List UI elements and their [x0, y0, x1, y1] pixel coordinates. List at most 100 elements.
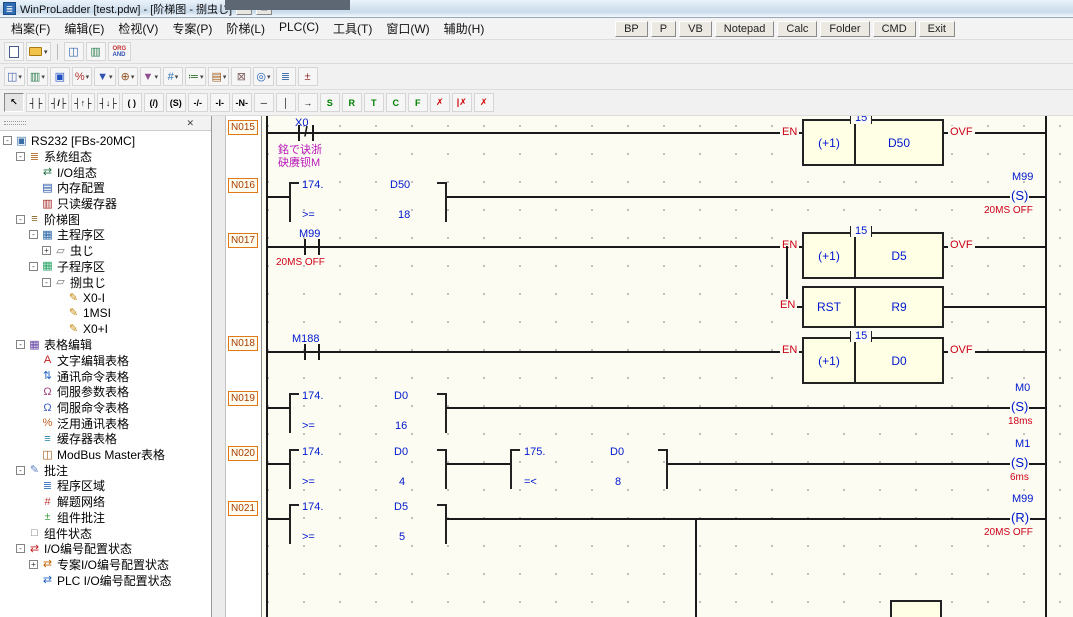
table-view-button[interactable]: ◫ — [64, 42, 84, 61]
toolbar-button[interactable]: ◫ ▾ — [4, 67, 25, 86]
panel-splitter[interactable] — [212, 116, 226, 617]
ladder-element-button[interactable]: F — [408, 93, 428, 112]
n016-coil[interactable]: (S) — [1010, 188, 1029, 203]
ladder-element-button[interactable]: T — [364, 93, 384, 112]
menu-item[interactable]: 辅助(H) — [437, 18, 492, 39]
quick-launch-button[interactable]: VB — [679, 21, 712, 37]
tree-toggle[interactable]: + — [42, 246, 51, 255]
n020-coil[interactable]: (S) — [1010, 455, 1029, 470]
toolbar-button[interactable]: ◎ ▾ — [253, 67, 273, 86]
tree-toggle[interactable]: - — [3, 136, 12, 145]
toolbar-button[interactable]: ⊠ — [231, 67, 251, 86]
toolbar-button[interactable]: ▣ — [50, 67, 70, 86]
n019-coil[interactable]: (S) — [1010, 399, 1029, 414]
n017-function-block-1[interactable]: 15 (+1) D5 — [802, 232, 944, 279]
ladder-element-button[interactable]: ✗ — [430, 93, 450, 112]
tree-item[interactable]: + ▱ 虫じ — [0, 243, 211, 259]
ladder-element-button[interactable]: (S) — [166, 93, 186, 112]
menu-item[interactable]: 阶梯(L) — [219, 18, 272, 39]
tree-item[interactable]: ✎ 1MSI — [0, 306, 211, 322]
n020-compare1-bracket-right[interactable] — [437, 449, 447, 489]
ladder-element-button[interactable]: ┤├ — [26, 93, 46, 112]
menu-item[interactable]: PLC(C) — [272, 18, 326, 39]
n019-compare-bracket-right[interactable] — [437, 393, 447, 433]
toolbar-button[interactable]: ± — [298, 67, 318, 86]
new-file-button[interactable] — [4, 42, 24, 61]
toolbar-button[interactable]: % ▾ — [72, 67, 92, 86]
tree-toggle[interactable]: - — [29, 262, 38, 271]
toolbar-button[interactable]: ⊕ ▾ — [118, 67, 138, 86]
ladder-element-button[interactable]: C — [386, 93, 406, 112]
tree-item[interactable]: Ω 伺服命令表格 — [0, 400, 211, 416]
menu-item[interactable]: 窗口(W) — [379, 18, 436, 39]
tree-item[interactable]: % 泛用通讯表格 — [0, 415, 211, 431]
tree-toggle[interactable]: - — [16, 152, 25, 161]
tree-item[interactable]: - ▦ 主程序区 — [0, 227, 211, 243]
tree-toggle[interactable]: - — [42, 278, 51, 287]
toolbar-button[interactable]: ▼ ▾ — [140, 67, 161, 86]
quick-launch-button[interactable]: P — [651, 21, 676, 37]
tree-item[interactable]: ✎ X0+I — [0, 321, 211, 337]
n020-compare1-bracket-left[interactable] — [289, 449, 299, 489]
tree-item[interactable]: - ≡ 阶梯图 — [0, 211, 211, 227]
tree-item[interactable]: - ▦ 子程序区 — [0, 259, 211, 275]
ladder-element-button[interactable]: ─ — [254, 93, 274, 112]
network-label[interactable]: N021 — [228, 501, 258, 516]
tree-item[interactable]: A 文字编辑表格 — [0, 353, 211, 369]
tree-toggle[interactable]: - — [16, 340, 25, 349]
tree-item[interactable]: □ 组件状态 — [0, 525, 211, 541]
n016-compare-bracket-right[interactable] — [437, 182, 447, 222]
toolbar-button[interactable]: ▼ ▾ — [94, 67, 115, 86]
tree-toggle[interactable]: - — [16, 466, 25, 475]
menu-item[interactable]: 专案(P) — [165, 18, 219, 39]
ladder-element-button[interactable]: -N- — [232, 93, 252, 112]
n021-coil[interactable]: (R) — [1010, 510, 1030, 525]
ladder-element-button[interactable]: |✗ — [452, 93, 472, 112]
quick-launch-button[interactable]: Exit — [919, 21, 955, 37]
tree-item[interactable]: - ▱ 捌虫じ — [0, 274, 211, 290]
tree-toggle[interactable]: + — [29, 560, 38, 569]
toolbar-button[interactable]: ▥ ▾ — [27, 67, 48, 86]
n020-compare2-bracket-right[interactable] — [658, 449, 668, 489]
ladder-element-button[interactable]: ↖ — [4, 93, 24, 112]
tree-item[interactable]: + ⇄ 专案I/O编号配置状态 — [0, 557, 211, 573]
menu-item[interactable]: 编辑(E) — [57, 18, 111, 39]
tree-close-button[interactable]: ✕ — [183, 117, 197, 129]
instruction-view-button[interactable]: ORG AND — [108, 42, 132, 61]
tree-item[interactable]: - ▦ 表格编辑 — [0, 337, 211, 353]
network-label[interactable]: N018 — [228, 336, 258, 351]
ladder-element-button[interactable]: ┤↑├ — [71, 93, 94, 112]
network-label[interactable]: N015 — [228, 120, 258, 135]
network-label[interactable]: N020 — [228, 446, 258, 461]
ladder-element-button[interactable]: R — [342, 93, 362, 112]
n015-contact-bar[interactable] — [312, 125, 314, 141]
quick-launch-button[interactable]: Folder — [820, 21, 869, 37]
ladder-element-button[interactable]: → — [298, 93, 318, 112]
n017-contact-bar[interactable] — [318, 239, 320, 255]
ladder-element-button[interactable]: -I- — [210, 93, 230, 112]
n021-compare-bracket-left[interactable] — [289, 504, 299, 544]
ladder-canvas[interactable]: / X0 銘で诀浙 砄赓钡M EN 15 (+1) D50 OVF 174. D… — [262, 116, 1073, 617]
ladder-element-button[interactable]: ┤↓├ — [97, 93, 120, 112]
tree-item[interactable]: # 解题网络 — [0, 494, 211, 510]
tree-item[interactable]: - ✎ 批注 — [0, 462, 211, 478]
ladder-element-button[interactable]: S — [320, 93, 340, 112]
menu-item[interactable]: 档案(F) — [4, 18, 57, 39]
n018-function-block[interactable]: 15 (+1) D0 — [802, 337, 944, 384]
ladder-element-button[interactable]: ┤/├ — [48, 93, 69, 112]
n021-compare-bracket-right[interactable] — [437, 504, 447, 544]
network-label[interactable]: N016 — [228, 178, 258, 193]
n019-compare-bracket-left[interactable] — [289, 393, 299, 433]
panel-grip[interactable] — [4, 121, 26, 125]
open-file-button[interactable]: ▾ — [26, 42, 51, 61]
tree-item[interactable]: ⇄ I/O组态 — [0, 164, 211, 180]
n020-compare2-bracket-left[interactable] — [510, 449, 520, 489]
tree-item[interactable]: ⇄ PLC I/O编号配置状态 — [0, 572, 211, 588]
n017-contact-bar[interactable] — [304, 239, 306, 255]
quick-launch-button[interactable]: BP — [615, 21, 648, 37]
menu-item[interactable]: 工具(T) — [326, 18, 379, 39]
network-label[interactable]: N017 — [228, 233, 258, 248]
tree-item[interactable]: - ⇄ I/O编号配置状态 — [0, 541, 211, 557]
tree-toggle[interactable]: - — [16, 215, 25, 224]
tree-item[interactable]: - ▣ RS232 [FBs-20MC] — [0, 133, 211, 149]
